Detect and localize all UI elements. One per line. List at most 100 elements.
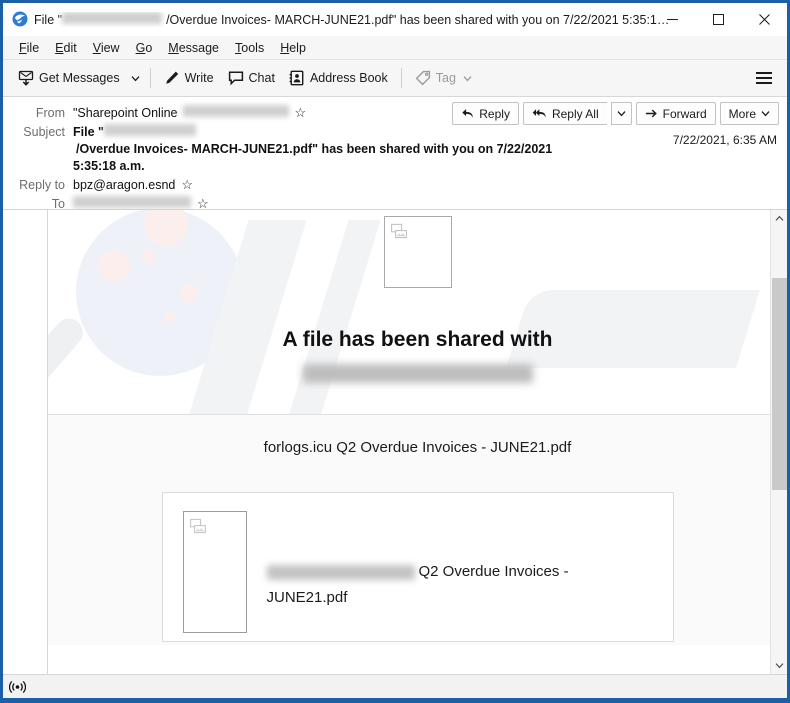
tag-icon	[415, 70, 431, 86]
subject-part-2: /Overdue Invoices- MARCH-JUNE21.pdf" has…	[76, 142, 553, 156]
email-content-inner: A file has been shared with forlogs.icu …	[48, 210, 787, 645]
chat-label: Chat	[248, 71, 275, 85]
message-date: 7/22/2021, 6:35 AM	[672, 133, 777, 147]
forward-arrow-icon	[645, 107, 658, 120]
minimize-button[interactable]	[649, 3, 695, 36]
forward-button[interactable]: Forward	[635, 102, 716, 125]
star-from-icon[interactable]: ☆	[295, 106, 307, 119]
attachment-label: Q2 Overdue Invoices - JUNE21.pdf	[183, 511, 653, 611]
subject-label: Subject	[23, 125, 65, 139]
status-bar	[3, 674, 787, 698]
forward-label: Forward	[662, 106, 707, 121]
menu-go[interactable]: Go	[128, 38, 161, 58]
star-to-icon[interactable]: ☆	[197, 197, 209, 210]
body-vertical-scrollbar[interactable]	[770, 210, 787, 674]
menu-help[interactable]: Help	[272, 38, 314, 58]
menu-view[interactable]: View	[85, 38, 128, 58]
get-messages-dropdown[interactable]	[127, 69, 144, 88]
star-replyto-icon[interactable]: ☆	[181, 178, 193, 191]
window-title-suffix: /Overdue Invoices- MARCH-JUNE21.pdf" has…	[166, 12, 670, 27]
redacted-recipient-email	[302, 364, 533, 383]
reply-to-value: bpz@aragon.esnd ☆	[73, 177, 193, 194]
more-label: More	[728, 106, 756, 121]
menu-message[interactable]: Message	[160, 38, 227, 58]
maximize-button[interactable]	[695, 3, 741, 36]
connection-status-icon[interactable]	[9, 680, 26, 694]
write-button[interactable]: Write	[157, 65, 221, 91]
reply-button[interactable]: Reply	[452, 102, 519, 125]
reply-all-button[interactable]: Reply All	[522, 102, 607, 125]
attachment-thumbnail	[182, 511, 247, 633]
body-left-gutter	[3, 210, 48, 674]
scrollbar-thumb[interactable]	[772, 278, 787, 490]
reply-label: Reply	[479, 106, 510, 121]
subject-part-1: File "	[73, 125, 104, 139]
broken-image-icon	[383, 216, 452, 288]
attachment-card[interactable]: Q2 Overdue Invoices - JUNE21.pdf	[161, 492, 674, 642]
scroll-down-arrow-icon[interactable]	[771, 657, 787, 674]
attachment-broken-image-glyph	[189, 518, 206, 534]
thunderbird-icon	[12, 11, 28, 27]
hamburger-line-2	[756, 77, 772, 79]
address-book-label: Address Book	[309, 71, 388, 85]
email-content: rish.com A file has been shared wi	[48, 210, 787, 674]
redacted-sender-domain	[62, 11, 163, 24]
reply-all-label: Reply All	[551, 106, 599, 121]
email-attachment-section: forlogs.icu Q2 Overdue Invoices - JUNE21…	[48, 415, 787, 645]
menu-tools[interactable]: Tools	[227, 38, 272, 58]
title-bar: File " /Overdue Invoices- MARCH-JUNE21.p…	[3, 3, 787, 36]
scroll-up-arrow-icon[interactable]	[771, 210, 787, 227]
reply-all-dropdown[interactable]	[610, 102, 632, 125]
redacted-from-address	[182, 105, 289, 117]
address-book-icon	[289, 70, 305, 86]
email-hero-section: A file has been shared with	[48, 210, 787, 415]
address-book-button[interactable]: Address Book	[282, 65, 395, 91]
from-display-name: "Sharepoint Online	[73, 106, 178, 120]
file-name-line: forlogs.icu Q2 Overdue Invoices - JUNE21…	[263, 439, 572, 456]
thunderbird-window: File " /Overdue Invoices- MARCH-JUNE21.p…	[0, 0, 790, 703]
menu-file[interactable]: File	[11, 38, 47, 58]
close-button[interactable]	[741, 3, 787, 36]
reply-button-group: Reply Reply All Forward More	[452, 102, 779, 125]
main-toolbar: Get Messages Write Chat Address Book Tag	[3, 60, 787, 97]
toolbar-separator-1	[149, 68, 151, 88]
chat-bubble-icon	[228, 70, 244, 86]
menu-edit[interactable]: Edit	[47, 38, 85, 58]
window-controls	[649, 3, 787, 36]
reply-arrow-icon	[461, 107, 474, 120]
app-menu-button[interactable]	[751, 67, 777, 89]
more-chevron-down-icon	[761, 109, 770, 118]
reply-to-address: bpz@aragon.esnd	[73, 178, 176, 192]
to-label: To	[51, 197, 65, 211]
subject-part-3: 5:35:18 a.m.	[73, 159, 145, 173]
message-body-pane: rish.com A file has been shared wi	[3, 210, 787, 674]
from-label: From	[35, 106, 65, 120]
menu-bar: File Edit View Go Message Tools Help	[3, 36, 787, 60]
reply-to-label: Reply to	[19, 178, 65, 192]
from-value: "Sharepoint Online ☆	[73, 105, 306, 122]
tag-label: Tag	[435, 71, 456, 85]
get-messages-icon	[18, 70, 34, 86]
redacted-subject-domain	[103, 124, 196, 136]
hamburger-line-1	[756, 72, 772, 74]
subject-value: File " /Overdue Invoices- MARCH-JUNE21.p…	[73, 124, 673, 175]
tag-button[interactable]: Tag	[408, 65, 479, 91]
reply-all-icon	[532, 107, 547, 120]
toolbar-separator-2	[400, 68, 402, 88]
more-button[interactable]: More	[719, 102, 779, 125]
header-row-subject: Subject File " /Overdue Invoices- MARCH-…	[3, 123, 787, 176]
broken-image-glyph	[390, 223, 407, 239]
message-header: Reply Reply All Forward More From "Share…	[3, 97, 787, 211]
get-messages-label: Get Messages	[39, 71, 120, 85]
tag-chevron-down-icon	[463, 74, 472, 83]
window-title: File " /Overdue Invoices- MARCH-JUNE21.p…	[34, 11, 670, 27]
chat-button[interactable]: Chat	[221, 65, 282, 91]
window-title-prefix: File "	[34, 12, 63, 27]
write-label: Write	[184, 71, 214, 85]
redacted-attachment-prefix	[266, 564, 415, 580]
to-value: ☆	[73, 196, 209, 210]
shared-heading: A file has been shared with	[282, 328, 553, 351]
get-messages-button[interactable]: Get Messages	[11, 65, 127, 91]
pencil-icon	[164, 70, 180, 86]
hamburger-line-3	[756, 82, 772, 84]
